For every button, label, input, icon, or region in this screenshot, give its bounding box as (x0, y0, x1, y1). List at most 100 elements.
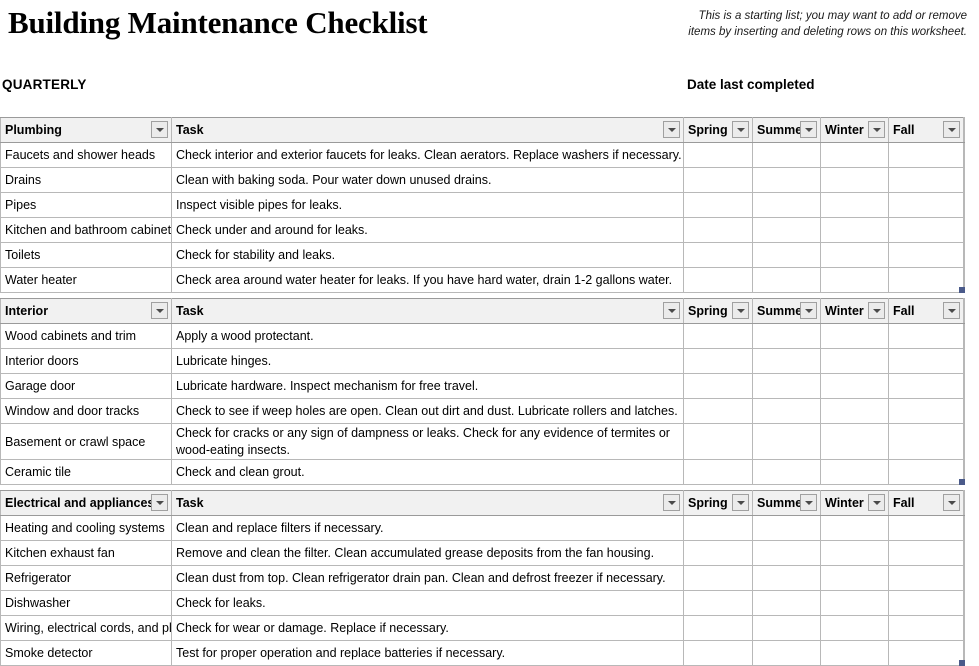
column-header-category[interactable]: Plumbing (0, 117, 172, 143)
cell-item[interactable]: Wiring, electrical cords, and plugs (0, 615, 172, 641)
filter-dropdown-icon[interactable] (800, 121, 817, 138)
cell-task[interactable]: Remove and clean the filter. Clean accum… (171, 540, 684, 566)
cell-winter[interactable] (820, 459, 889, 485)
filter-dropdown-icon[interactable] (868, 302, 885, 319)
cell-fall[interactable] (888, 267, 964, 293)
cell-winter[interactable] (820, 398, 889, 424)
filter-dropdown-icon[interactable] (151, 302, 168, 319)
column-header-spring[interactable]: Spring (683, 298, 753, 324)
cell-task[interactable]: Inspect visible pipes for leaks. (171, 192, 684, 218)
cell-fall[interactable] (888, 192, 964, 218)
cell-summer[interactable] (752, 459, 821, 485)
cell-fall[interactable] (888, 242, 964, 268)
filter-dropdown-icon[interactable] (868, 494, 885, 511)
filter-dropdown-icon[interactable] (663, 121, 680, 138)
column-header-category[interactable]: Electrical and appliances (0, 490, 172, 516)
cell-item[interactable]: Refrigerator (0, 565, 172, 591)
filter-dropdown-icon[interactable] (868, 121, 885, 138)
cell-fall[interactable] (888, 423, 964, 460)
cell-spring[interactable] (683, 540, 753, 566)
cell-fall[interactable] (888, 167, 964, 193)
cell-winter[interactable] (820, 590, 889, 616)
cell-item[interactable]: Kitchen and bathroom cabinets (0, 217, 172, 243)
cell-task[interactable]: Check for stability and leaks. (171, 242, 684, 268)
cell-spring[interactable] (683, 423, 753, 460)
cell-item[interactable]: Heating and cooling systems (0, 515, 172, 541)
cell-winter[interactable] (820, 540, 889, 566)
cell-task[interactable]: Lubricate hardware. Inspect mechanism fo… (171, 373, 684, 399)
cell-fall[interactable] (888, 590, 964, 616)
cell-spring[interactable] (683, 459, 753, 485)
cell-item[interactable]: Toilets (0, 242, 172, 268)
cell-spring[interactable] (683, 590, 753, 616)
table-resize-handle[interactable] (958, 478, 965, 485)
cell-summer[interactable] (752, 373, 821, 399)
cell-task[interactable]: Check for wear or damage. Replace if nec… (171, 615, 684, 641)
column-header-spring[interactable]: Spring (683, 490, 753, 516)
cell-fall[interactable] (888, 142, 964, 168)
cell-task[interactable]: Check for cracks or any sign of dampness… (171, 423, 684, 460)
cell-spring[interactable] (683, 192, 753, 218)
filter-dropdown-icon[interactable] (732, 494, 749, 511)
column-header-fall[interactable]: Fall (888, 490, 964, 516)
cell-task[interactable]: Check under and around for leaks. (171, 217, 684, 243)
filter-dropdown-icon[interactable] (943, 121, 960, 138)
filter-dropdown-icon[interactable] (732, 302, 749, 319)
column-header-task[interactable]: Task (171, 117, 684, 143)
column-header-winter[interactable]: Winter (820, 298, 889, 324)
cell-winter[interactable] (820, 267, 889, 293)
filter-dropdown-icon[interactable] (151, 494, 168, 511)
filter-dropdown-icon[interactable] (663, 302, 680, 319)
cell-spring[interactable] (683, 565, 753, 591)
cell-task[interactable]: Clean with baking soda. Pour water down … (171, 167, 684, 193)
cell-spring[interactable] (683, 515, 753, 541)
cell-task[interactable]: Clean dust from top. Clean refrigerator … (171, 565, 684, 591)
cell-summer[interactable] (752, 348, 821, 374)
cell-winter[interactable] (820, 615, 889, 641)
cell-spring[interactable] (683, 348, 753, 374)
cell-spring[interactable] (683, 640, 753, 666)
cell-item[interactable]: Smoke detector (0, 640, 172, 666)
cell-summer[interactable] (752, 142, 821, 168)
cell-task[interactable]: Apply a wood protectant. (171, 323, 684, 349)
cell-spring[interactable] (683, 142, 753, 168)
cell-summer[interactable] (752, 217, 821, 243)
cell-winter[interactable] (820, 348, 889, 374)
column-header-summer[interactable]: Summer (752, 298, 821, 324)
filter-dropdown-icon[interactable] (732, 121, 749, 138)
cell-spring[interactable] (683, 167, 753, 193)
cell-winter[interactable] (820, 167, 889, 193)
cell-summer[interactable] (752, 167, 821, 193)
cell-summer[interactable] (752, 192, 821, 218)
cell-fall[interactable] (888, 217, 964, 243)
column-header-fall[interactable]: Fall (888, 117, 964, 143)
cell-winter[interactable] (820, 373, 889, 399)
column-header-spring[interactable]: Spring (683, 117, 753, 143)
cell-fall[interactable] (888, 398, 964, 424)
cell-fall[interactable] (888, 615, 964, 641)
cell-item[interactable]: Wood cabinets and trim (0, 323, 172, 349)
column-header-summer[interactable]: Summer (752, 490, 821, 516)
column-header-task[interactable]: Task (171, 490, 684, 516)
cell-summer[interactable] (752, 640, 821, 666)
filter-dropdown-icon[interactable] (151, 121, 168, 138)
cell-spring[interactable] (683, 373, 753, 399)
column-header-winter[interactable]: Winter (820, 117, 889, 143)
cell-summer[interactable] (752, 242, 821, 268)
cell-fall[interactable] (888, 565, 964, 591)
cell-spring[interactable] (683, 217, 753, 243)
cell-task[interactable]: Check area around water heater for leaks… (171, 267, 684, 293)
cell-winter[interactable] (820, 217, 889, 243)
cell-summer[interactable] (752, 565, 821, 591)
cell-task[interactable]: Check for leaks. (171, 590, 684, 616)
cell-summer[interactable] (752, 267, 821, 293)
cell-item[interactable]: Window and door tracks (0, 398, 172, 424)
cell-winter[interactable] (820, 565, 889, 591)
cell-spring[interactable] (683, 615, 753, 641)
cell-task[interactable]: Check interior and exterior faucets for … (171, 142, 684, 168)
filter-dropdown-icon[interactable] (943, 494, 960, 511)
cell-item[interactable]: Garage door (0, 373, 172, 399)
cell-summer[interactable] (752, 398, 821, 424)
cell-summer[interactable] (752, 323, 821, 349)
column-header-winter[interactable]: Winter (820, 490, 889, 516)
